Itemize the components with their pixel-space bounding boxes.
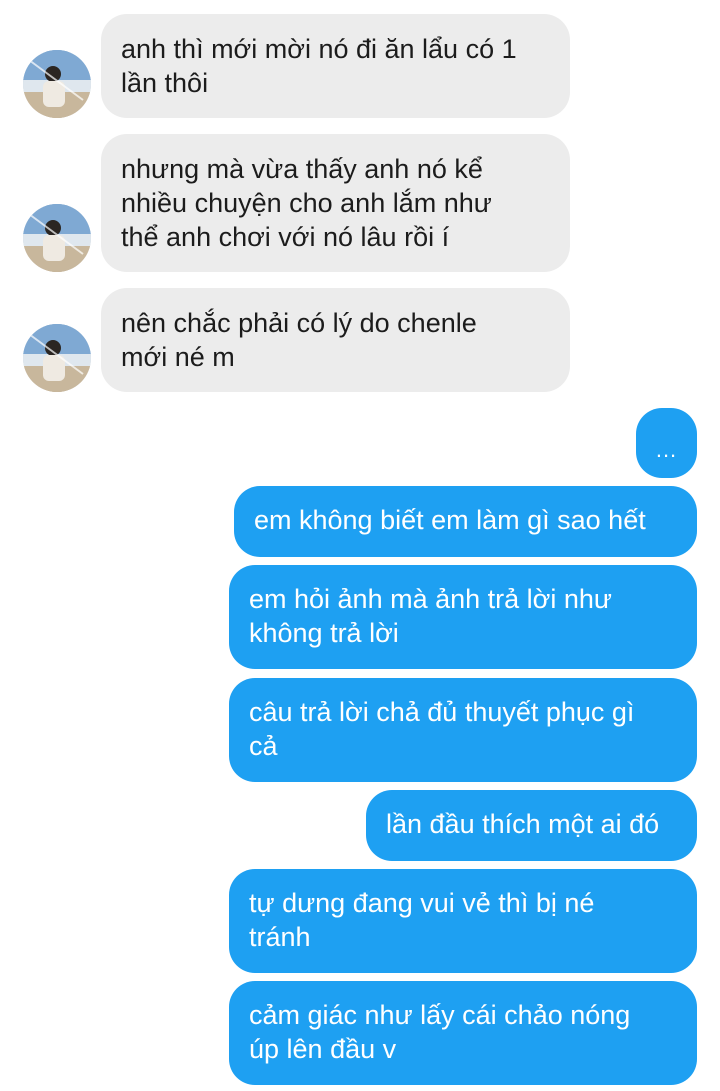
outgoing-message[interactable]: cảm giác như lấy cái chảo nóng úp lên đầ… (229, 981, 697, 1085)
avatar-photo-icon (23, 204, 91, 272)
avatar-photo-icon (23, 324, 91, 392)
incoming-message[interactable]: nhưng mà vừa thấy anh nó kể nhiều chuyện… (101, 134, 570, 272)
incoming-message[interactable]: nên chắc phải có lý do chenle mới né m (101, 288, 570, 392)
outgoing-message[interactable]: lần đầu thích một ai đó (366, 790, 697, 861)
contact-avatar[interactable] (23, 50, 91, 118)
contact-avatar[interactable] (23, 324, 91, 392)
outgoing-message[interactable]: em hỏi ảnh mà ảnh trả lời như không trả … (229, 565, 697, 669)
contact-avatar[interactable] (23, 204, 91, 272)
incoming-message[interactable]: anh thì mới mời nó đi ăn lẩu có 1 lần th… (101, 14, 570, 118)
chat-thread: anh thì mới mời nó đi ăn lẩu có 1 lần th… (0, 0, 720, 1091)
outgoing-message[interactable]: ... (636, 408, 697, 478)
outgoing-message[interactable]: em không biết em làm gì sao hết (234, 486, 697, 557)
avatar-photo-icon (23, 50, 91, 118)
outgoing-message[interactable]: câu trả lời chả đủ thuyết phục gì cả (229, 678, 697, 782)
outgoing-message[interactable]: tự dưng đang vui vẻ thì bị né tránh (229, 869, 697, 973)
